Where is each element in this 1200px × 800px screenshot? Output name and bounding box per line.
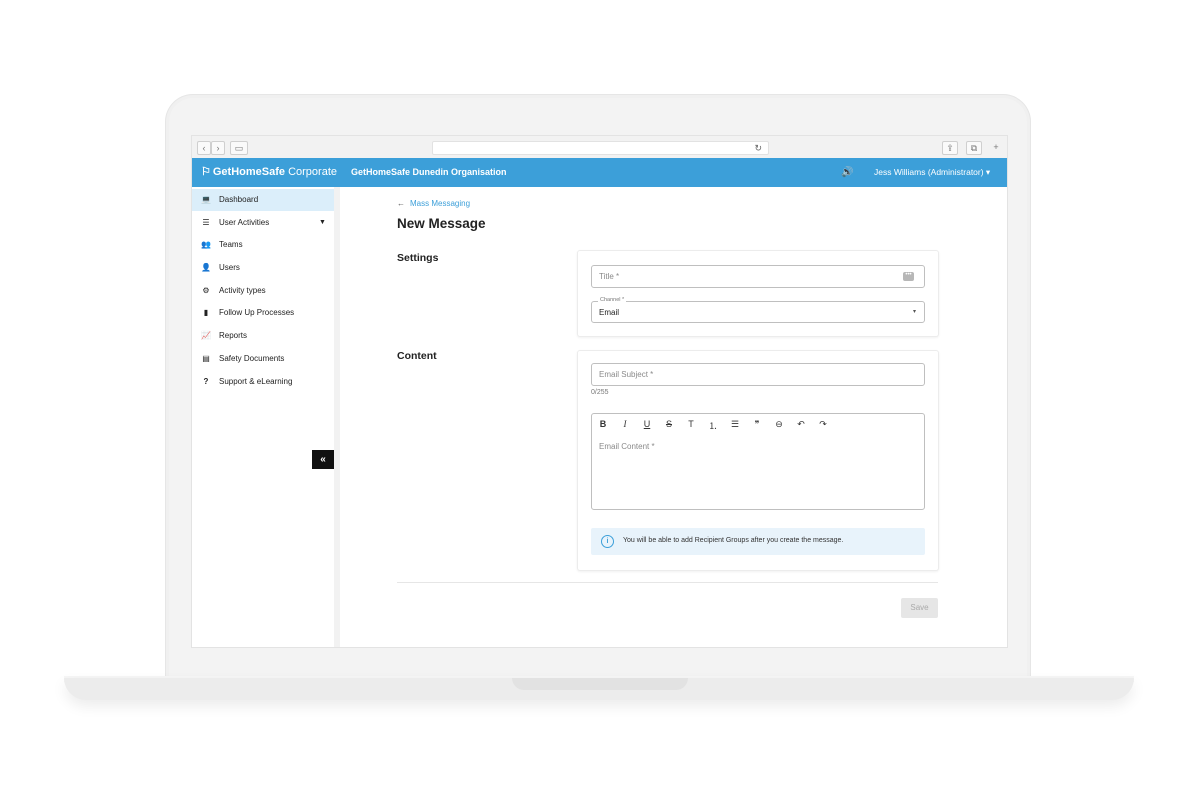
sidebar-item-label: User Activities	[219, 218, 270, 227]
subject-char-counter: 0/255	[591, 389, 609, 396]
question-icon: ?	[203, 377, 209, 386]
sidebar-item-follow-up-processes[interactable]: ▮ Follow Up Processes	[192, 302, 334, 324]
forward-nav-icon[interactable]: ›	[211, 141, 225, 155]
sidebar-item-label: Users	[219, 263, 240, 272]
strikethrough-icon[interactable]: S	[662, 419, 676, 429]
brand-icon: ⚐	[201, 166, 211, 178]
email-content-editor[interactable]: B I U S T ⒈ ☰ ❞ ⊖ ↶ ↷ Email Content *	[591, 413, 925, 510]
gear-icon: ⚙	[202, 286, 210, 295]
back-link[interactable]: ← Mass Messaging	[397, 199, 470, 208]
chart-icon: 📈	[201, 331, 211, 340]
heading-icon[interactable]: T	[684, 419, 698, 429]
info-text: You will be able to add Recipient Groups…	[623, 537, 844, 544]
email-subject-input[interactable]: Email Subject *	[591, 363, 925, 386]
link-icon[interactable]: ⊖	[772, 419, 786, 430]
more-icon[interactable]: •••	[903, 272, 914, 281]
sidebar-toggle-icon[interactable]: ▭	[230, 141, 248, 155]
italic-icon[interactable]: I	[618, 419, 632, 429]
sidebar-item-label: Activity types	[219, 286, 266, 295]
email-content-placeholder: Email Content *	[599, 442, 655, 451]
sidebar-item-teams[interactable]: 👥 Teams	[192, 234, 334, 256]
back-link-label: Mass Messaging	[410, 199, 471, 208]
checklist-icon: ☰	[202, 218, 210, 227]
document-icon: ▤	[202, 354, 210, 363]
database-icon: ▮	[203, 308, 209, 317]
reload-icon[interactable]: ↻	[754, 142, 762, 154]
new-tab-icon[interactable]: +	[990, 141, 1002, 153]
user-menu[interactable]: Jess Williams (Administrator) ▾	[874, 158, 990, 187]
save-button[interactable]: Save	[901, 598, 938, 618]
brand-logo[interactable]: ⚐ GetHomeSafe Corporate	[201, 158, 337, 187]
content-heading: Content	[397, 350, 437, 362]
tabs-icon[interactable]: ⧉	[966, 141, 982, 155]
email-subject-placeholder: Email Subject *	[599, 370, 654, 379]
laptop-icon: 💻	[201, 195, 211, 204]
arrow-left-icon: ←	[397, 199, 405, 208]
underline-icon[interactable]: U	[640, 419, 654, 429]
back-nav-icon[interactable]: ‹	[197, 141, 211, 155]
sidebar-item-label: Reports	[219, 331, 248, 340]
channel-label: Channel *	[598, 297, 627, 303]
chevron-down-icon: ▾	[912, 309, 916, 315]
address-bar[interactable]: ↻	[432, 141, 769, 155]
settings-card: Title * ••• Channel * Email ▾	[577, 250, 939, 337]
content-card: Email Subject * 0/255 B I U S T ⒈ ☰ ❞ ⊖ …	[577, 350, 939, 571]
app-header: ⚐ GetHomeSafe Corporate GetHomeSafe Duned…	[192, 158, 1007, 187]
sidebar-item-label: Safety Documents	[219, 354, 285, 363]
redo-icon[interactable]: ↷	[816, 419, 830, 430]
users-group-icon: 👥	[201, 240, 211, 249]
collapse-sidebar-button[interactable]: «	[312, 450, 334, 469]
page-title: New Message	[397, 216, 486, 231]
main-content: ← Mass Messaging New Message Settings Tit…	[340, 187, 1007, 647]
brand-name: GetHomeSafe	[212, 166, 286, 178]
sidebar-item-safety-documents[interactable]: ▤ Safety Documents	[192, 348, 334, 370]
sidebar: 💻 Dashboard ☰ User Activities ▼ 👥 Teams …	[192, 187, 340, 647]
bullet-list-icon[interactable]: ☰	[728, 419, 742, 430]
sidebar-item-label: Follow Up Processes	[219, 308, 295, 317]
recipient-info-banner: i You will be able to add Recipient Grou…	[591, 528, 925, 555]
organisation-name: GetHomeSafe Dunedin Organisation	[351, 167, 507, 177]
channel-select[interactable]: Channel * Email ▾	[591, 297, 925, 323]
share-icon[interactable]: ⇪	[942, 141, 958, 155]
speaker-icon[interactable]: 🔊	[841, 158, 853, 187]
sidebar-item-reports[interactable]: 📈 Reports	[192, 325, 334, 347]
sidebar-item-user-activities[interactable]: ☰ User Activities ▼	[192, 212, 334, 234]
screen: ‹ › ▭ ↻ ⇪ ⧉ + ⚐ GetHomeSafe Corporate Get…	[191, 135, 1008, 648]
brand-suffix: Corporate	[288, 166, 337, 178]
sidebar-item-label: Support & eLearning	[219, 377, 293, 386]
divider	[397, 582, 938, 583]
sidebar-item-label: Teams	[219, 240, 243, 249]
user-icon: 👤	[201, 263, 211, 272]
browser-toolbar: ‹ › ▭ ↻ ⇪ ⧉ +	[192, 136, 1007, 159]
sidebar-item-dashboard[interactable]: 💻 Dashboard	[192, 189, 334, 211]
sidebar-item-users[interactable]: 👤 Users	[192, 257, 334, 279]
ordered-list-icon[interactable]: ⒈	[706, 419, 720, 432]
undo-icon[interactable]: ↶	[794, 419, 808, 430]
title-placeholder: Title *	[599, 272, 620, 281]
settings-heading: Settings	[397, 252, 439, 264]
sidebar-item-support-elearning[interactable]: ? Support & eLearning	[192, 371, 334, 393]
laptop-notch	[512, 678, 688, 690]
channel-value: Email	[599, 308, 620, 317]
quote-icon[interactable]: ❞	[750, 419, 764, 430]
sidebar-item-activity-types[interactable]: ⚙ Activity types	[192, 280, 334, 302]
caret-down-icon[interactable]: ▼	[319, 212, 326, 234]
title-input[interactable]: Title * •••	[591, 265, 925, 288]
sidebar-item-label: Dashboard	[219, 195, 259, 204]
bold-icon[interactable]: B	[596, 419, 610, 429]
info-icon: i	[601, 535, 614, 548]
